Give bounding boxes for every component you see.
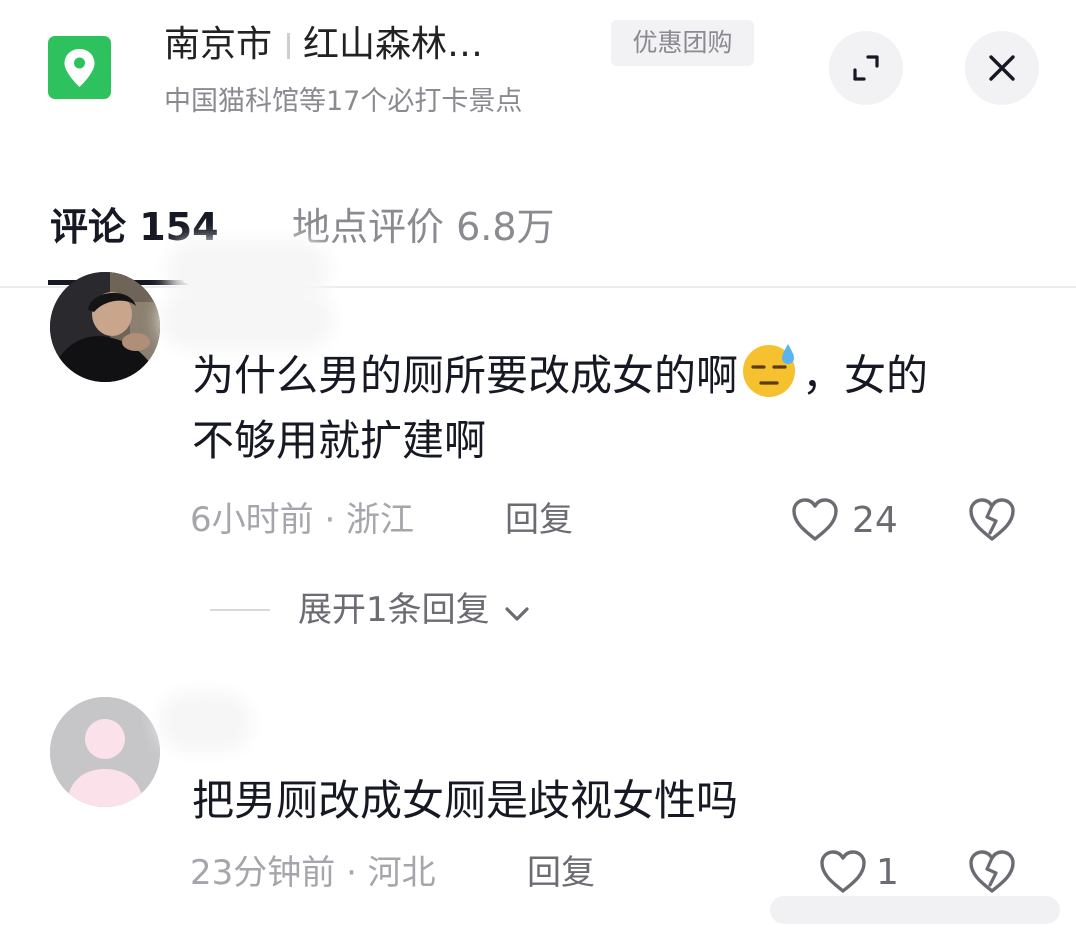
blurred-watermark — [770, 896, 1060, 924]
tab-divider — [0, 286, 1076, 288]
location-title[interactable]: 南京市 红山森林… — [164, 22, 483, 68]
tab-place-reviews[interactable]: 地点评价 6.8万 — [292, 202, 555, 252]
dislike-broken-heart-icon[interactable] — [967, 496, 1017, 544]
chevron-down-icon — [504, 590, 530, 634]
place-name: 红山森林… — [303, 24, 484, 65]
comment-time-location: 6小时前 · 浙江 — [190, 500, 415, 540]
close-button[interactable] — [965, 31, 1039, 105]
comment-text: 把男厕改成女厕是歧视女性吗 — [192, 776, 739, 825]
comment-text-part1: 为什么男的厕所要改成女的啊 — [192, 351, 739, 400]
expand-button[interactable] — [829, 31, 903, 105]
blurred-username — [178, 252, 318, 286]
close-icon — [989, 55, 1015, 81]
default-avatar-icon — [50, 697, 160, 807]
expand-replies-button[interactable]: 展开1条回复 — [298, 588, 530, 634]
like-count: 24 — [852, 500, 898, 541]
reply-button[interactable]: 回复 — [505, 498, 573, 542]
map-pin-icon — [64, 49, 95, 87]
user-photo-icon — [50, 272, 160, 382]
blurred-username — [170, 704, 240, 740]
blurred-username-extra — [172, 300, 322, 338]
like-count: 1 — [876, 852, 899, 893]
expand-icon — [853, 55, 879, 81]
avatar[interactable] — [50, 697, 160, 807]
comment-time-location: 23分钟前 · 河北 — [190, 853, 436, 893]
comment-text-line2: 不够用就扩建啊 — [192, 416, 487, 465]
expand-replies-label: 展开1条回复 — [298, 590, 490, 630]
location-subtitle: 中国猫科馆等17个必打卡景点 — [164, 86, 523, 117]
like-heart-icon[interactable] — [790, 496, 840, 544]
avatar[interactable] — [50, 272, 160, 382]
tab-comments[interactable]: 评论 154 — [50, 202, 219, 252]
like-heart-icon[interactable] — [818, 848, 868, 896]
dislike-broken-heart-icon[interactable] — [967, 848, 1017, 896]
comment-text: 为什么男的厕所要改成女的啊 ，女的 不够用就扩建啊 — [192, 340, 928, 473]
title-divider — [287, 33, 291, 59]
sweat-face-emoji-icon — [740, 340, 800, 400]
map-location-icon — [48, 36, 111, 99]
expand-replies-line — [210, 609, 270, 611]
reply-button[interactable]: 回复 — [527, 851, 595, 895]
comment-text-part2: ，女的 — [802, 351, 929, 400]
city-name: 南京市 — [164, 24, 273, 65]
group-deal-tag[interactable]: 优惠团购 — [611, 20, 754, 66]
